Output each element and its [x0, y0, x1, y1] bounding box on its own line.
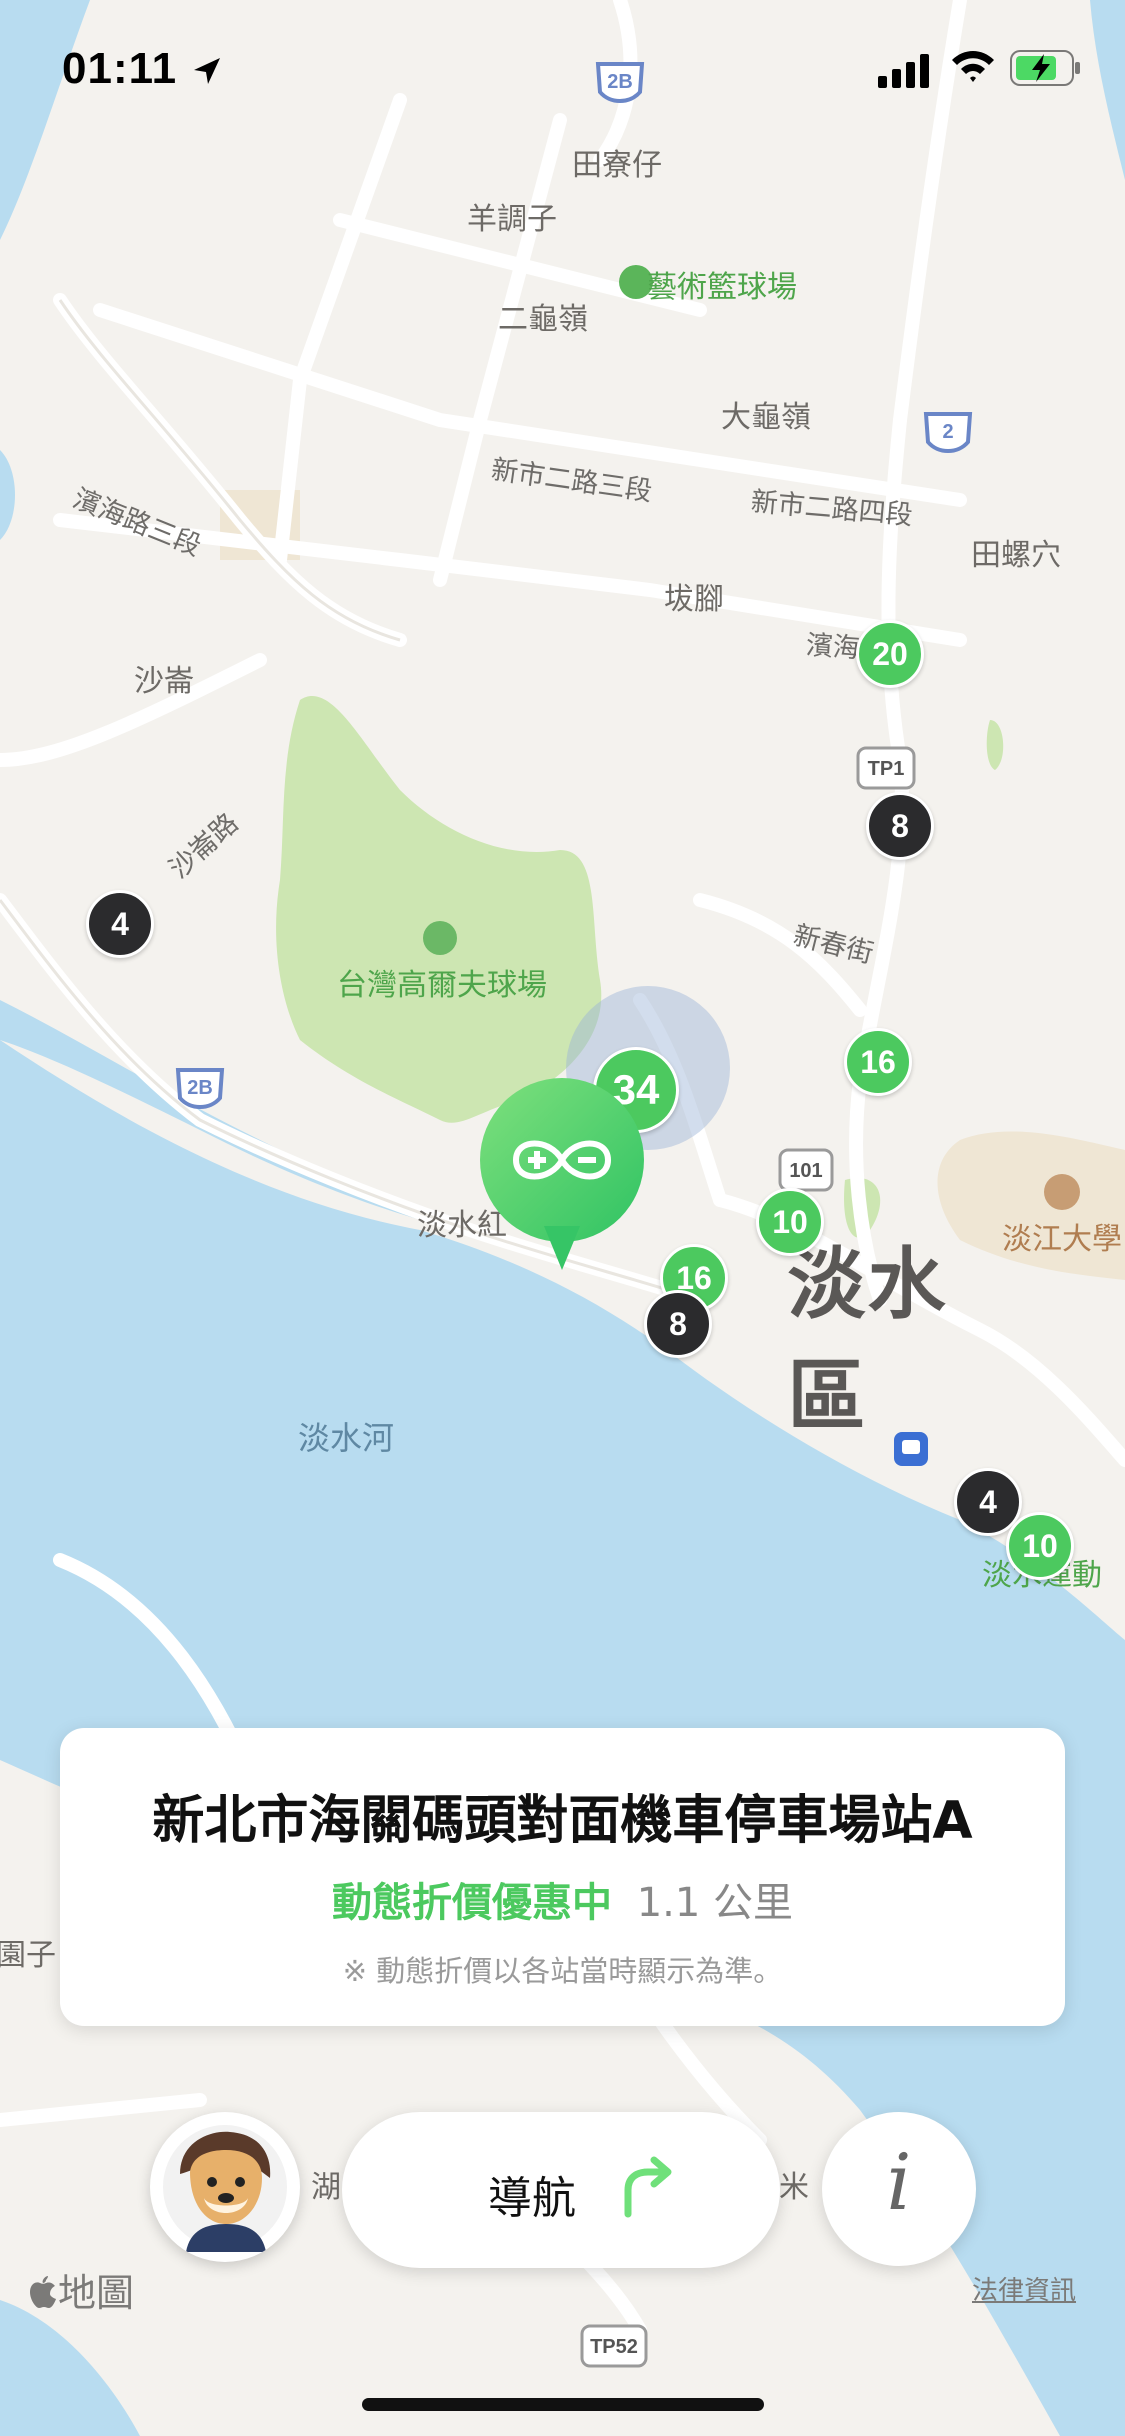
shield-101: 101: [789, 1160, 822, 1182]
place-label: 二龜嶺: [498, 302, 588, 337]
selected-station-pin[interactable]: [476, 1076, 648, 1272]
station-name: 新北市海關碼頭對面機車停車場站A: [152, 1791, 973, 1851]
place-label: 羊調子: [467, 202, 557, 237]
shield-2b-left: 2B: [187, 1077, 213, 1099]
place-label: 田螺穴: [971, 538, 1061, 573]
river-label: 淡水河: [297, 1419, 395, 1457]
station-pricing-row: 動態折價優惠中 1.1 公里: [60, 1870, 1065, 1928]
legal-info-link[interactable]: 法律資訊: [972, 2270, 1076, 2307]
station-marker[interactable]: 10: [756, 1188, 824, 1256]
station-marker[interactable]: 16: [844, 1028, 912, 1096]
maps-label: 地圖: [58, 2271, 135, 2315]
avatar-image: [163, 2125, 287, 2252]
location-arrow-icon: [194, 58, 220, 84]
park-label: 藝術籃球場: [647, 270, 797, 305]
apple-icon: [30, 2276, 56, 2308]
home-indicator[interactable]: [362, 2398, 764, 2411]
station-marker[interactable]: 20: [856, 620, 924, 688]
cellular-signal-icon: [878, 54, 929, 88]
turn-right-arrow-icon: [624, 2156, 672, 2218]
place-label: 淡江大學: [1002, 1222, 1122, 1257]
place-label: 坺腳: [664, 582, 724, 617]
place-label: 湖: [311, 2170, 341, 2205]
place-label: 田寮仔: [572, 148, 662, 183]
wifi-icon: [952, 51, 994, 82]
shield-tp1: TP1: [868, 758, 905, 780]
station-marker[interactable]: 8: [644, 1290, 712, 1358]
district-label: 淡水區: [787, 1240, 948, 1442]
place-label: 園子: [0, 1938, 56, 1973]
map-screen: { "status_bar": { "time": "01:11" }, "ma…: [0, 0, 1125, 2436]
park-label: 台灣高爾夫球場: [337, 968, 547, 1003]
station-distance: 1.1 公里: [636, 1880, 794, 1926]
place-label: 大龜嶺: [721, 400, 811, 435]
profile-avatar-button[interactable]: [150, 2112, 300, 2262]
status-time: 01:11: [62, 44, 178, 93]
status-bar: 01:11: [0, 36, 1125, 106]
info-button[interactable]: i: [822, 2112, 976, 2266]
apple-maps-logo: 地圖: [28, 2262, 134, 2317]
university-icon: [1044, 1174, 1080, 1210]
station-marker[interactable]: 4: [86, 890, 154, 958]
battery-charging-icon: [1010, 50, 1080, 86]
golf-icon: [423, 921, 457, 955]
shield-tp52: TP52: [590, 2336, 638, 2358]
station-marker[interactable]: 10: [1006, 1512, 1074, 1580]
shield-2: 2: [942, 421, 953, 443]
station-marker[interactable]: 8: [866, 792, 934, 860]
place-label: 米: [779, 2170, 809, 2205]
info-icon: i: [886, 2138, 912, 2228]
dynamic-discount-label: 動態折價優惠中: [331, 1880, 612, 1926]
place-label: 沙崙: [134, 664, 194, 699]
discount-note: ※ 動態折價以各站當時顯示為準。: [342, 1954, 783, 1988]
station-info-card[interactable]: 新北市海關碼頭對面機車停車場站A 動態折價優惠中 1.1 公里 ※ 動態折價以各…: [60, 1728, 1065, 2026]
navigate-label: 導航: [488, 2173, 576, 2224]
navigate-button[interactable]: 導航: [342, 2112, 780, 2268]
